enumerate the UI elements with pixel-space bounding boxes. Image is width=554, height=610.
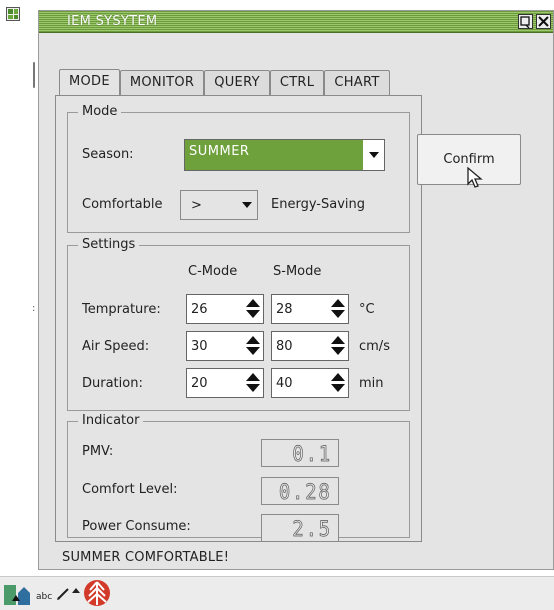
power-consume-value: 2.5: [292, 517, 332, 542]
s-mode-header: S-Mode: [273, 264, 322, 279]
caret-up-icon[interactable]: [71, 585, 81, 595]
tab-ctrl[interactable]: CTRL: [269, 70, 325, 96]
tab-query[interactable]: QUERY: [204, 70, 270, 96]
comfort-level-display: 0.28: [261, 477, 339, 505]
pmv-display: 0.1: [261, 439, 339, 467]
spin-value: 20: [191, 376, 208, 391]
air-speed-s-spinbox[interactable]: 80: [271, 331, 349, 361]
chevron-down-icon[interactable]: [237, 191, 257, 219]
mode-tab-panel: Mode Season: SUMMER Comfortable > Energy…: [55, 95, 422, 542]
spin-value: 80: [276, 339, 293, 354]
comfort-level-value: 0.28: [279, 480, 332, 505]
taskbar: abc: [0, 576, 554, 610]
spin-arrows-icon[interactable]: [328, 332, 348, 360]
comfortable-label: Comfortable: [82, 197, 163, 212]
comparison-value: >: [191, 198, 202, 213]
pmv-label: PMV:: [82, 444, 114, 459]
spin-value: 26: [191, 302, 208, 317]
tab-bar: MODE MONITOR QUERY CTRL CHART: [59, 68, 390, 97]
duration-s-spinbox[interactable]: 40: [271, 368, 349, 398]
window-title: IEM SYSYTEM: [67, 14, 158, 29]
settings-group-title: Settings: [78, 237, 140, 252]
mode-group: Mode Season: SUMMER Comfortable > Energy…: [67, 104, 410, 233]
tab-monitor[interactable]: MONITOR: [119, 70, 205, 96]
spin-value: 30: [191, 339, 208, 354]
background-mark: :: [32, 303, 36, 314]
spin-value: 28: [276, 302, 293, 317]
settings-group: Settings C-Mode S-Mode Temprature: 26 28…: [67, 237, 410, 411]
spin-arrows-icon[interactable]: [328, 295, 348, 323]
comfort-level-label: Comfort Level:: [82, 482, 178, 497]
temperature-s-spinbox[interactable]: 28: [271, 294, 349, 324]
chevron-down-icon[interactable]: [364, 140, 384, 170]
tab-mode[interactable]: MODE: [59, 69, 120, 97]
spin-arrows-icon[interactable]: [243, 332, 263, 360]
iem-window: IEM SYSYTEM MODE MONITOR QUERY CTRL CHAR…: [38, 10, 554, 570]
title-bar[interactable]: IEM SYSYTEM: [39, 11, 553, 33]
duration-label: Duration:: [82, 376, 143, 391]
status-message: SUMMER COMFORTABLE!: [62, 550, 230, 565]
maximize-icon: [520, 16, 530, 29]
spin-arrows-icon[interactable]: [243, 369, 263, 397]
input-method-label[interactable]: abc: [36, 592, 52, 602]
comparison-select[interactable]: >: [180, 190, 258, 220]
background-window-edge: [33, 62, 35, 88]
pmv-value: 0.1: [292, 442, 332, 467]
close-icon: [538, 16, 549, 27]
start-menu-icon[interactable]: [2, 583, 32, 609]
desktop-grid-icon[interactable]: [6, 7, 20, 21]
air-speed-c-spinbox[interactable]: 30: [186, 331, 264, 361]
app-logo-icon[interactable]: [82, 578, 112, 608]
spin-arrows-icon[interactable]: [243, 295, 263, 323]
indicator-group-title: Indicator: [78, 413, 144, 428]
spin-arrows-icon[interactable]: [328, 369, 348, 397]
tab-chart[interactable]: CHART: [324, 70, 390, 96]
air-speed-label: Air Speed:: [82, 339, 150, 354]
duration-unit: min: [359, 376, 384, 391]
mode-group-title: Mode: [78, 104, 122, 119]
indicator-group: Indicator PMV: 0.1 Comfort Level: 0.28 P…: [67, 413, 410, 542]
temperature-unit: °C: [359, 302, 375, 317]
duration-c-spinbox[interactable]: 20: [186, 368, 264, 398]
spin-value: 40: [276, 376, 293, 391]
temperature-label: Temprature:: [82, 302, 161, 317]
mouse-cursor-icon: [467, 166, 483, 188]
season-label: Season:: [82, 147, 134, 162]
temperature-c-spinbox[interactable]: 26: [186, 294, 264, 324]
power-consume-label: Power Consume:: [82, 519, 191, 534]
close-button[interactable]: [536, 14, 551, 29]
maximize-button[interactable]: [518, 14, 533, 29]
season-select[interactable]: SUMMER: [184, 139, 385, 171]
c-mode-header: C-Mode: [188, 264, 238, 279]
energy-saving-label: Energy-Saving: [271, 197, 365, 212]
season-value: SUMMER: [185, 140, 363, 170]
pencil-icon[interactable]: [56, 587, 70, 601]
power-consume-display: 2.5: [261, 514, 339, 542]
air-speed-unit: cm/s: [359, 339, 390, 354]
